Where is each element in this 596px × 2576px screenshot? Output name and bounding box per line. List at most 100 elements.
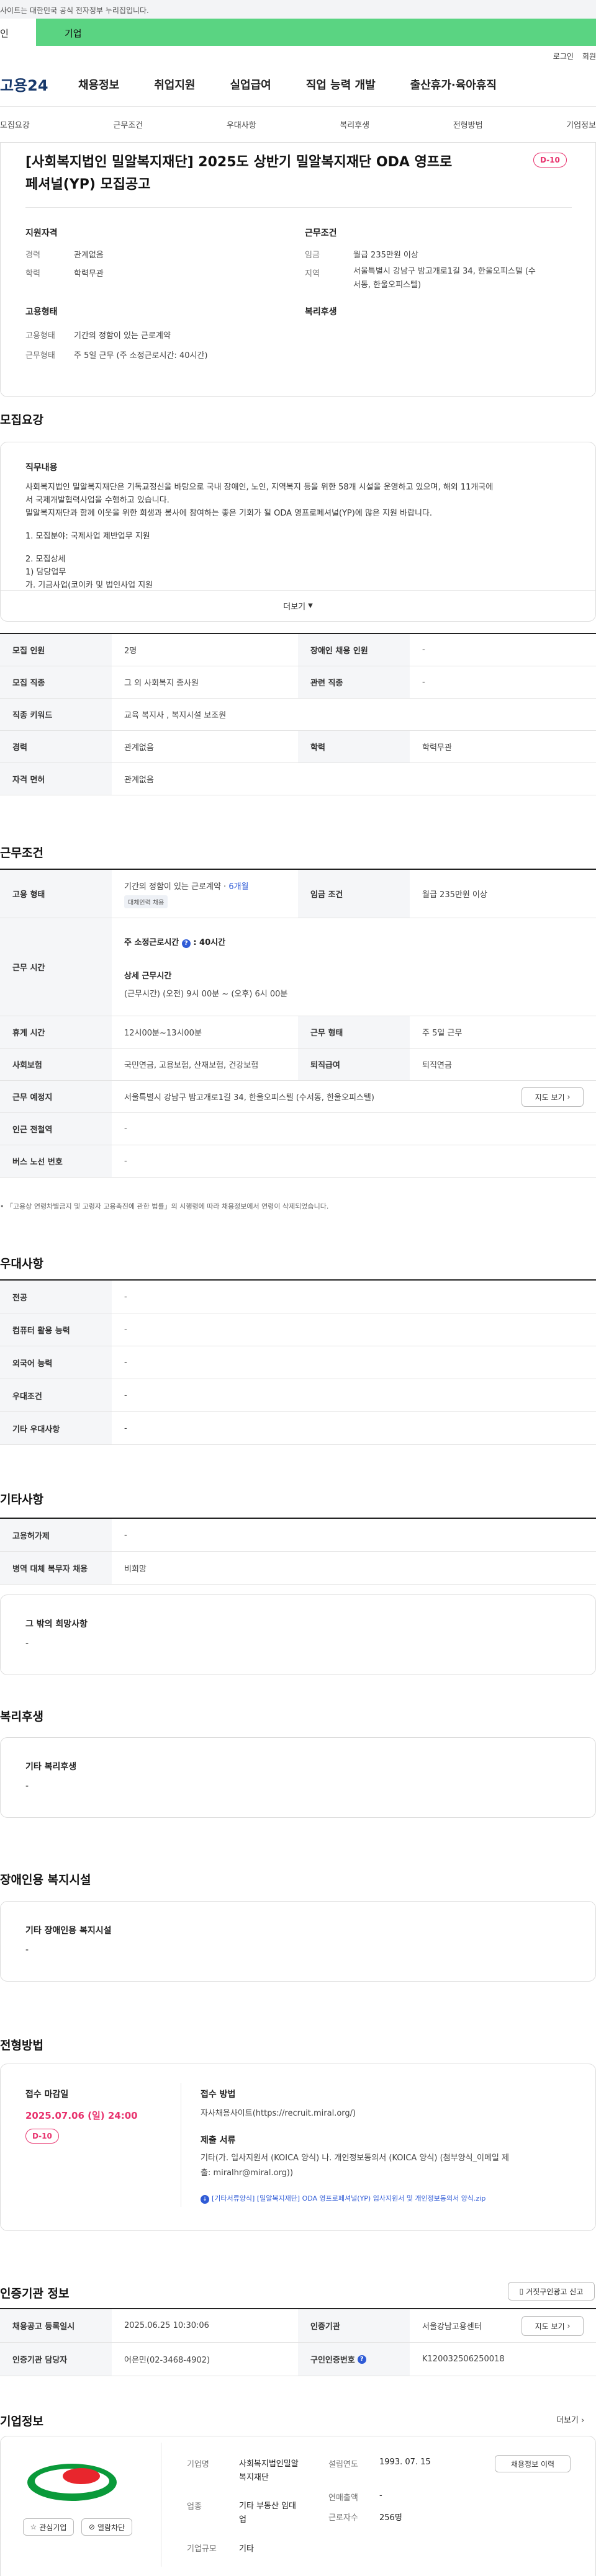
section-title-welfare: 복리후생: [0, 1710, 43, 1724]
table-row: 컴퓨터 활용 능력 -: [0, 1313, 596, 1346]
table-row: 자격 면허 관계없음: [0, 763, 596, 795]
hiring-history-button[interactable]: 채용정보 이력: [495, 2455, 571, 2472]
etc-box: 그 밖의 희망사항 -: [0, 1594, 596, 1675]
tab-personal[interactable]: 인: [0, 19, 36, 46]
table-row: 모집 인원 2명 장애인 채용 인원 -: [0, 634, 596, 666]
section-title-company: 기업정보: [0, 2415, 43, 2428]
established-value: 1993. 07. 15: [379, 2457, 431, 2467]
table-row: 사회보험 국민연금, 고용보험, 산재보험, 건강보험 퇴직급여 퇴직연금: [0, 1049, 596, 1081]
table-row: 인근 전철역 -: [0, 1113, 596, 1145]
job-description-box: 직무내용 사회복지법인 밀알복지재단은 기독교정신을 바탕으로 국내 장애인, …: [0, 442, 596, 622]
replacement-tag: 대체인력 채용: [124, 895, 168, 908]
chevron-right-icon: ›: [581, 2416, 585, 2425]
process-box: 접수 마감일 2025.07.06 (일) 24:00 D-10 접수 방법 자…: [0, 2064, 596, 2231]
more-button[interactable]: 더보기 ▼: [1, 590, 595, 621]
gov-notice-bar: 사이트는 대한민국 공식 전자정부 누리집입니다.: [0, 0, 596, 19]
star-icon: ☆: [30, 2523, 37, 2531]
table-row: 외국어 능력 -: [0, 1346, 596, 1379]
anchor-company[interactable]: 기업정보: [566, 119, 596, 130]
section-title-etc: 기타사항: [0, 1493, 43, 1506]
etc-table: 고용허가제 - 병역 대체 복무자 채용 비희망: [0, 1518, 596, 1585]
certification-table: 채용공고 등록일시 2025.06.25 10:30:06 인증기관 서울강남고용센터…: [0, 2308, 596, 2376]
block-view-button[interactable]: ⊘ 열람차단: [81, 2518, 132, 2536]
gov-notice-text: 사이트는 대한민국 공식 전자정부 누리집입니다.: [0, 6, 149, 15]
welfare-box: 기타 복리후생 -: [0, 1737, 596, 1818]
gnb-item-unemployment-benefit[interactable]: 실업급여: [230, 76, 271, 92]
gnb-item-parental-leave[interactable]: 출산휴가·육아휴직: [410, 76, 497, 92]
block-icon: ⊘: [88, 2523, 95, 2531]
section-title-process: 전형방법: [0, 2039, 43, 2052]
job-title: [사회복지법인 밀알복지재단] 2025도 상반기 밀알복지재단 ODA 영프로…: [25, 154, 453, 192]
job-description-text: 사회복지법인 밀알복지재단은 기독교정신을 바탕으로 국내 장애인, 노인, 지…: [25, 483, 494, 590]
gnb-item-employment-support[interactable]: 취업지원: [154, 76, 195, 92]
table-row: 버스 노선 번호 -: [0, 1145, 596, 1178]
age-notice: • 「고용상 연령차별금지 및 고령자 고용촉진에 관한 법률」의 시행령에 따…: [0, 1202, 329, 1210]
company-logo: [25, 2462, 119, 2502]
table-row: 고용허가제 -: [0, 1519, 596, 1552]
company-card: ☆ 관심기업 ⊘ 열람차단 기업명 사회복지법인밀알 복지재단 설립연도 1993. …: [0, 2436, 596, 2576]
section-title-disabled-facilities: 장애인용 복지시설: [0, 1873, 91, 1887]
user-type-tabs: 인 기업: [0, 19, 596, 46]
org-map-button[interactable]: 지도 보기 ›: [522, 2316, 584, 2336]
section-title-work: 근무조건: [0, 846, 43, 860]
table-row: 모집 직종 그 외 사회복지 종사원 관련 직종 -: [0, 666, 596, 699]
company-size-value: 기타: [239, 2544, 254, 2554]
attachment-link[interactable]: ↓ [기타서류양식] [밀알복지재단] ODA 영프로페셔널(YP) 입사지원서 …: [201, 2193, 485, 2204]
info-icon[interactable]: ?: [181, 939, 191, 948]
signup-link[interactable]: 회원: [582, 51, 596, 62]
contract-months: 6개월: [228, 882, 249, 892]
gnb-item-jobs[interactable]: 채용정보: [78, 76, 119, 92]
welfare-heading: 복리후생: [305, 307, 337, 317]
table-row: 근무 예정지 서울특별시 강남구 밤고개로1길 34, 한울오피스텔 (수서동, …: [0, 1081, 596, 1113]
company-name: 사회복지법인밀알 복지재단: [239, 2459, 299, 2482]
gnb-item-vocational-training[interactable]: 직업 능력 개발: [306, 76, 376, 92]
favorite-company-button[interactable]: ☆ 관심기업: [23, 2518, 74, 2536]
company-more-link[interactable]: 더보기 ›: [556, 2413, 584, 2425]
map-view-button[interactable]: 지도 보기 ›: [522, 1087, 584, 1107]
table-row: 근무 시간 주 소정근로시간 ? : 40시간 상세 근무시간 (근무시간) (…: [0, 918, 596, 1016]
table-row: 경력 관계없음 학력 학력무관: [0, 731, 596, 763]
global-nav: 고용24 채용정보 취업지원 실업급여 직업 능력 개발 출산휴가·육아휴직: [0, 62, 596, 107]
anchor-process[interactable]: 전형방법: [453, 119, 483, 130]
table-row: 병역 대체 복무자 채용 비희망: [0, 1552, 596, 1585]
anchor-welfare[interactable]: 복리후생: [340, 119, 369, 130]
utility-links: 로그인 회원: [0, 46, 596, 62]
table-row: 인증기관 담당자 어은민(02-3468-4902) 구인인증번호? K12003…: [0, 2343, 596, 2376]
section-title-preferences: 우대사항: [0, 1257, 43, 1271]
work-conditions-table: 고용 형태 기간의 정함이 있는 근로계약 · 6개월 대체인력 채용 임금 조…: [0, 869, 596, 1178]
employees-value: 256명: [379, 2513, 402, 2523]
anchor-work-conditions[interactable]: 근무조건: [113, 119, 143, 130]
disabled-facilities-box: 기타 장애인용 복지시설 -: [0, 1901, 596, 1982]
table-row: 채용공고 등록일시 2025.06.25 10:30:06 인증기관 서울강남고용센터…: [0, 2309, 596, 2343]
work-type-value: 주 5일 근무 (주 소정근로시간: 40시간): [74, 351, 208, 360]
documents-value: 기타(가. 입사지원서 (KOICA 양식) 나. 개인정보동의서 (KOICA…: [201, 2153, 509, 2178]
table-row: 직종 키워드 교육 복지사 , 복지시설 보조원: [0, 699, 596, 731]
chevron-right-icon: ›: [567, 2322, 571, 2330]
employment-type-value: 기간의 정함이 있는 근로계약: [74, 331, 171, 341]
tab-company[interactable]: 기업: [36, 19, 596, 46]
dday-badge: D-10: [25, 2129, 59, 2144]
education-value: 학력무관: [74, 269, 104, 279]
preferences-table: 전공 - 컴퓨터 활용 능력 - 외국어 능력 - 우대조건 - 기타 우대사항 -: [0, 1279, 596, 1445]
job-description-title: 직무내용: [25, 463, 58, 473]
table-row: 전공 -: [0, 1281, 596, 1313]
wage-value: 월급 235만원 이상: [353, 251, 418, 260]
site-logo[interactable]: 고용24: [0, 73, 62, 95]
download-icon: ↓: [201, 2195, 209, 2204]
location-value: 서울특별시 강남구 밤고개로1길 34, 한울오피스텔 (수 서동, 한울오피스텔…: [353, 267, 536, 290]
anchor-preferences[interactable]: 우대사항: [227, 119, 256, 130]
info-icon[interactable]: ?: [357, 2355, 366, 2364]
report-false-ad-button[interactable]: ▯ 거짓구인광고 신고: [508, 2282, 595, 2301]
chevron-right-icon: ›: [567, 1093, 571, 1101]
section-title-certification: 인증기관 정보: [0, 2287, 70, 2301]
section-title-recruit: 모집요강: [0, 413, 43, 427]
document-icon: ▯: [519, 2287, 524, 2296]
industry-value: 기타 부동산 임대 업: [239, 2502, 296, 2525]
table-row: 휴게 시간 12시00분~13시00분 근무 형태 주 5일 근무: [0, 1016, 596, 1049]
login-link[interactable]: 로그인: [553, 51, 574, 62]
anchor-recruit[interactable]: 모집요강: [0, 119, 30, 130]
dday-badge: D-10: [533, 153, 567, 168]
table-row: 우대조건 -: [0, 1379, 596, 1412]
job-summary-card: [사회복지법인 밀알복지재단] 2025도 상반기 밀알복지재단 ODA 영프로…: [0, 143, 596, 397]
table-row: 고용 형태 기간의 정함이 있는 근로계약 · 6개월 대체인력 채용 임금 조…: [0, 870, 596, 918]
